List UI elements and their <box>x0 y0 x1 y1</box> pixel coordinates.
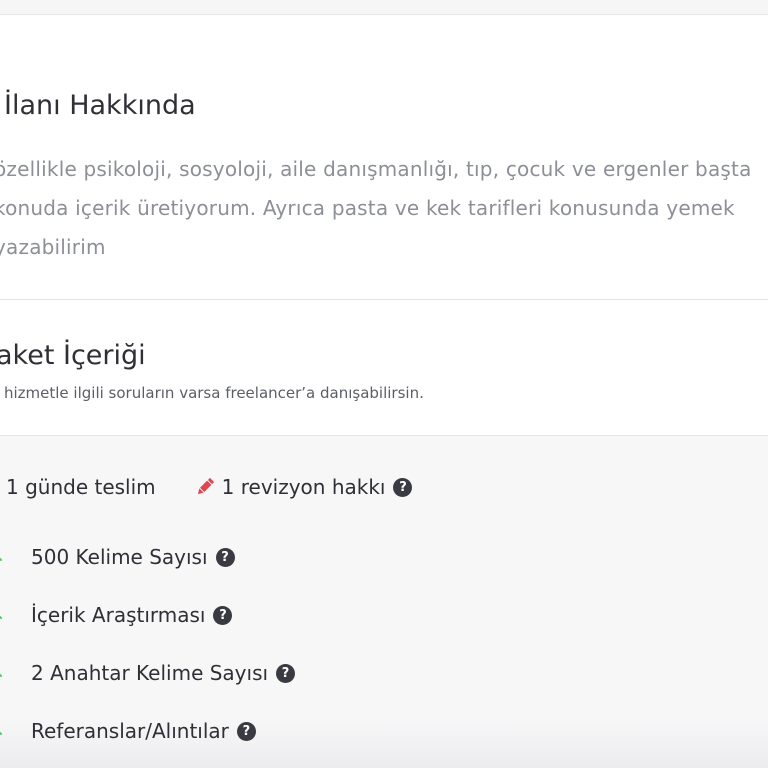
feature-label: İçerik Araştırması <box>31 603 206 627</box>
gig-detail-page: İlanı Hakkında özellikle psikoloji, sosy… <box>0 0 768 768</box>
about-description-line-3: yazabilirim <box>0 235 106 259</box>
about-description-line-2: konuda içerik üretiyorum. Ayrıca pasta v… <box>0 196 735 220</box>
feature-item: Referanslar/Alıntılar ? <box>0 716 256 746</box>
check-icon <box>0 604 6 619</box>
about-description-line-1: özellikle psikoloji, sosyoloji, aile dan… <box>0 157 752 181</box>
package-section-title: aket İçeriği <box>0 340 146 371</box>
check-icon <box>0 662 6 677</box>
check-icon <box>0 720 6 735</box>
feature-label: 2 Anahtar Kelime Sayısı <box>31 661 269 685</box>
question-circle-icon[interactable]: ? <box>393 477 413 497</box>
question-circle-icon[interactable]: ? <box>276 663 296 683</box>
feature-item: İçerik Araştırması ? <box>0 600 233 630</box>
question-circle-icon[interactable]: ? <box>215 547 235 567</box>
package-meta-row: 1 günde teslim 1 revizyon hakkı ? <box>6 472 413 502</box>
check-icon <box>0 546 6 561</box>
feature-label: Referanslar/Alıntılar <box>31 719 229 743</box>
revision-count: 1 revizyon hakkı <box>221 475 386 499</box>
question-circle-icon[interactable]: ? <box>213 605 233 625</box>
package-section-subtitle: hizmetle ilgili soruların varsa freelanc… <box>4 384 424 402</box>
feature-item: 2 Anahtar Kelime Sayısı ? <box>0 658 296 688</box>
delivery-time: 1 günde teslim <box>6 475 156 499</box>
top-strip <box>0 0 768 15</box>
question-circle-icon[interactable]: ? <box>236 721 256 741</box>
pencil-icon <box>194 476 216 498</box>
feature-item: 500 Kelime Sayısı ? <box>0 542 235 572</box>
feature-label: 500 Kelime Sayısı <box>31 545 208 569</box>
section-divider <box>0 299 768 300</box>
about-section-title: İlanı Hakkında <box>4 90 196 121</box>
